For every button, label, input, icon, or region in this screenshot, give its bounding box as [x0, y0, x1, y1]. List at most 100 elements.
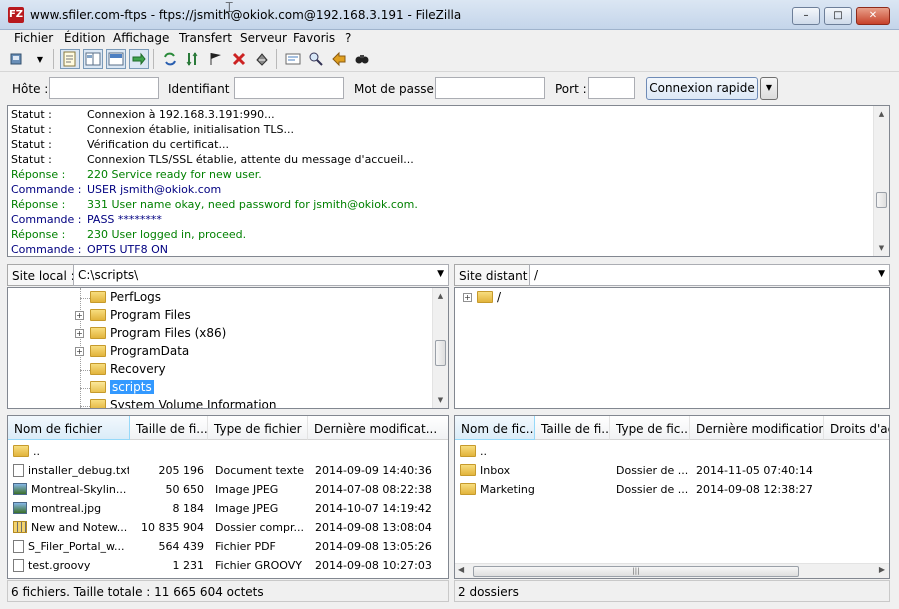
- menu-edition[interactable]: Édition: [64, 31, 106, 45]
- toolbar-separator: [153, 49, 154, 69]
- directory-filter-icon[interactable]: [283, 49, 303, 69]
- folder-icon: [90, 398, 106, 408]
- toolbar-separator: [276, 49, 277, 69]
- stop-operation-icon[interactable]: [206, 49, 226, 69]
- host-label: Hôte :: [12, 82, 49, 96]
- remote-status: 2 dossiers: [454, 580, 890, 602]
- minimize-button[interactable]: –: [792, 7, 820, 25]
- scroll-up-icon[interactable]: ▲: [433, 288, 448, 304]
- menu-fichier[interactable]: Fichier: [14, 31, 53, 45]
- log-scroll-thumb[interactable]: [876, 192, 887, 208]
- compare-directories-icon[interactable]: [306, 49, 326, 69]
- scroll-right-icon[interactable]: ▶: [879, 565, 885, 574]
- password-input[interactable]: [435, 77, 545, 99]
- local-tree-scrollbar[interactable]: ▲ ▼: [432, 288, 448, 408]
- local-path-combo[interactable]: C:\scripts\ ▼: [73, 264, 449, 286]
- refresh-icon[interactable]: [160, 49, 180, 69]
- expand-icon[interactable]: +: [463, 293, 472, 302]
- column-header-filesize[interactable]: Taille de fi...: [535, 416, 610, 440]
- port-input[interactable]: [588, 77, 635, 99]
- password-label: Mot de passe :: [354, 82, 442, 96]
- remote-file-list[interactable]: Nom de fic... Taille de fi... Type de fi…: [454, 415, 890, 579]
- column-header-modified[interactable]: Dernière modificat...: [308, 416, 448, 440]
- process-queue-icon[interactable]: [183, 49, 203, 69]
- menu-favoris[interactable]: Favoris: [293, 31, 335, 45]
- scroll-up-icon[interactable]: ▲: [874, 106, 889, 122]
- reconnect-icon[interactable]: [252, 49, 272, 69]
- table-row[interactable]: ..: [455, 442, 889, 461]
- table-row[interactable]: Marketing Dossier de ... 2014-09-08 12:3…: [455, 480, 889, 499]
- menu-bar: Fichier Édition Affichage Transfert Serv…: [0, 30, 899, 46]
- table-row[interactable]: New and Notew... 10 835 904 Dossier comp…: [8, 518, 448, 537]
- expand-icon[interactable]: +: [75, 347, 84, 356]
- local-file-list[interactable]: Nom de fichier Taille de fi... Type de f…: [7, 415, 449, 579]
- chevron-down-icon[interactable]: ▼: [437, 269, 444, 279]
- disconnect-icon[interactable]: [229, 49, 249, 69]
- table-row[interactable]: installer_debug.txt 205 196 Document tex…: [8, 461, 448, 480]
- remote-directory-tree[interactable]: + /: [454, 287, 890, 409]
- host-input[interactable]: [49, 77, 159, 99]
- table-row[interactable]: ..: [8, 442, 448, 461]
- column-header-permissions[interactable]: Droits d'ac...: [824, 416, 889, 440]
- user-input[interactable]: [234, 77, 344, 99]
- column-header-filename[interactable]: Nom de fichier: [8, 416, 130, 440]
- expand-icon[interactable]: +: [75, 329, 84, 338]
- remote-list-scroll-thumb[interactable]: |||: [473, 566, 799, 577]
- menu-transfert[interactable]: Transfert: [179, 31, 232, 45]
- message-log[interactable]: Statut : Connexion à 192.168.3.191:990...…: [7, 105, 890, 257]
- local-site-bar: Site local : C:\scripts\ ▼: [7, 264, 449, 286]
- scroll-down-icon[interactable]: ▼: [433, 392, 448, 408]
- table-row[interactable]: Montreal-Skylin... 50 650 Image JPEG 201…: [8, 480, 448, 499]
- sync-browsing-icon[interactable]: [329, 49, 349, 69]
- remote-list-hscrollbar[interactable]: ◀ ||| ▶: [455, 563, 889, 578]
- menu-serveur[interactable]: Serveur: [240, 31, 287, 45]
- site-manager-icon[interactable]: [8, 49, 28, 69]
- scroll-down-icon[interactable]: ▼: [874, 240, 889, 256]
- quickconnect-dropdown-icon[interactable]: ▼: [760, 77, 778, 100]
- folder-icon: [460, 445, 476, 457]
- local-path-value: C:\scripts\: [78, 268, 139, 282]
- table-row[interactable]: montreal.jpg 8 184 Image JPEG 2014-10-07…: [8, 499, 448, 518]
- mouse-cursor-icon: ⌶: [225, 0, 234, 16]
- quickconnect-bar: Hôte : Identifiant : Mot de passe : Port…: [0, 72, 899, 104]
- local-site-label: Site local :: [7, 264, 80, 286]
- file-icon: [13, 464, 24, 477]
- table-row[interactable]: S_Filer_Portal_w... 564 439 Fichier PDF …: [8, 537, 448, 556]
- toggle-local-tree-icon[interactable]: [83, 49, 103, 69]
- maximize-button[interactable]: □: [824, 7, 852, 25]
- folder-icon: [460, 483, 476, 495]
- expand-icon[interactable]: +: [75, 311, 84, 320]
- local-directory-tree[interactable]: PerfLogs + Program Files + Program Files…: [7, 287, 449, 409]
- toggle-log-icon[interactable]: [60, 49, 80, 69]
- column-header-filename[interactable]: Nom de fic...: [455, 416, 535, 440]
- toggle-remote-tree-icon[interactable]: [106, 49, 126, 69]
- filezilla-app-icon: FZ: [8, 7, 24, 23]
- log-scrollbar[interactable]: ▲ ▼: [873, 106, 889, 256]
- quickconnect-button[interactable]: Connexion rapide: [646, 77, 758, 100]
- menu-help[interactable]: ?: [345, 31, 351, 45]
- folder-icon: [460, 464, 476, 476]
- local-status: 6 fichiers. Taille totale : 11 665 604 o…: [7, 580, 449, 602]
- table-row[interactable]: Inbox Dossier de ... 2014-11-05 07:40:14: [455, 461, 889, 480]
- scroll-left-icon[interactable]: ◀: [458, 565, 464, 574]
- menu-affichage[interactable]: Affichage: [113, 31, 169, 45]
- local-tree-scroll-thumb[interactable]: [435, 340, 446, 366]
- remote-path-combo[interactable]: / ▼: [529, 264, 890, 286]
- table-row[interactable]: test.groovy 1 231 Fichier GROOVY 2014-09…: [8, 556, 448, 575]
- site-manager-dropdown-icon[interactable]: ▼: [33, 49, 47, 69]
- folder-icon: [90, 362, 106, 375]
- remote-site-label: Site distant :: [454, 264, 541, 286]
- chevron-down-icon[interactable]: ▼: [878, 269, 885, 279]
- remote-path-value: /: [534, 268, 539, 282]
- column-header-filesize[interactable]: Taille de fi...: [130, 416, 208, 440]
- window-title: www.sfiler.com-ftps - ftps://jsmith@okio…: [30, 8, 462, 22]
- close-button[interactable]: ✕: [856, 7, 890, 25]
- toggle-queue-icon[interactable]: [129, 49, 149, 69]
- image-icon: [13, 483, 27, 495]
- column-header-filetype[interactable]: Type de fichier: [208, 416, 308, 440]
- column-header-modified[interactable]: Dernière modification: [690, 416, 824, 440]
- column-header-filetype[interactable]: Type de fic...: [610, 416, 690, 440]
- search-files-icon[interactable]: [352, 49, 372, 69]
- zip-folder-icon: [13, 521, 27, 533]
- remote-site-bar: Site distant : / ▼: [454, 264, 890, 286]
